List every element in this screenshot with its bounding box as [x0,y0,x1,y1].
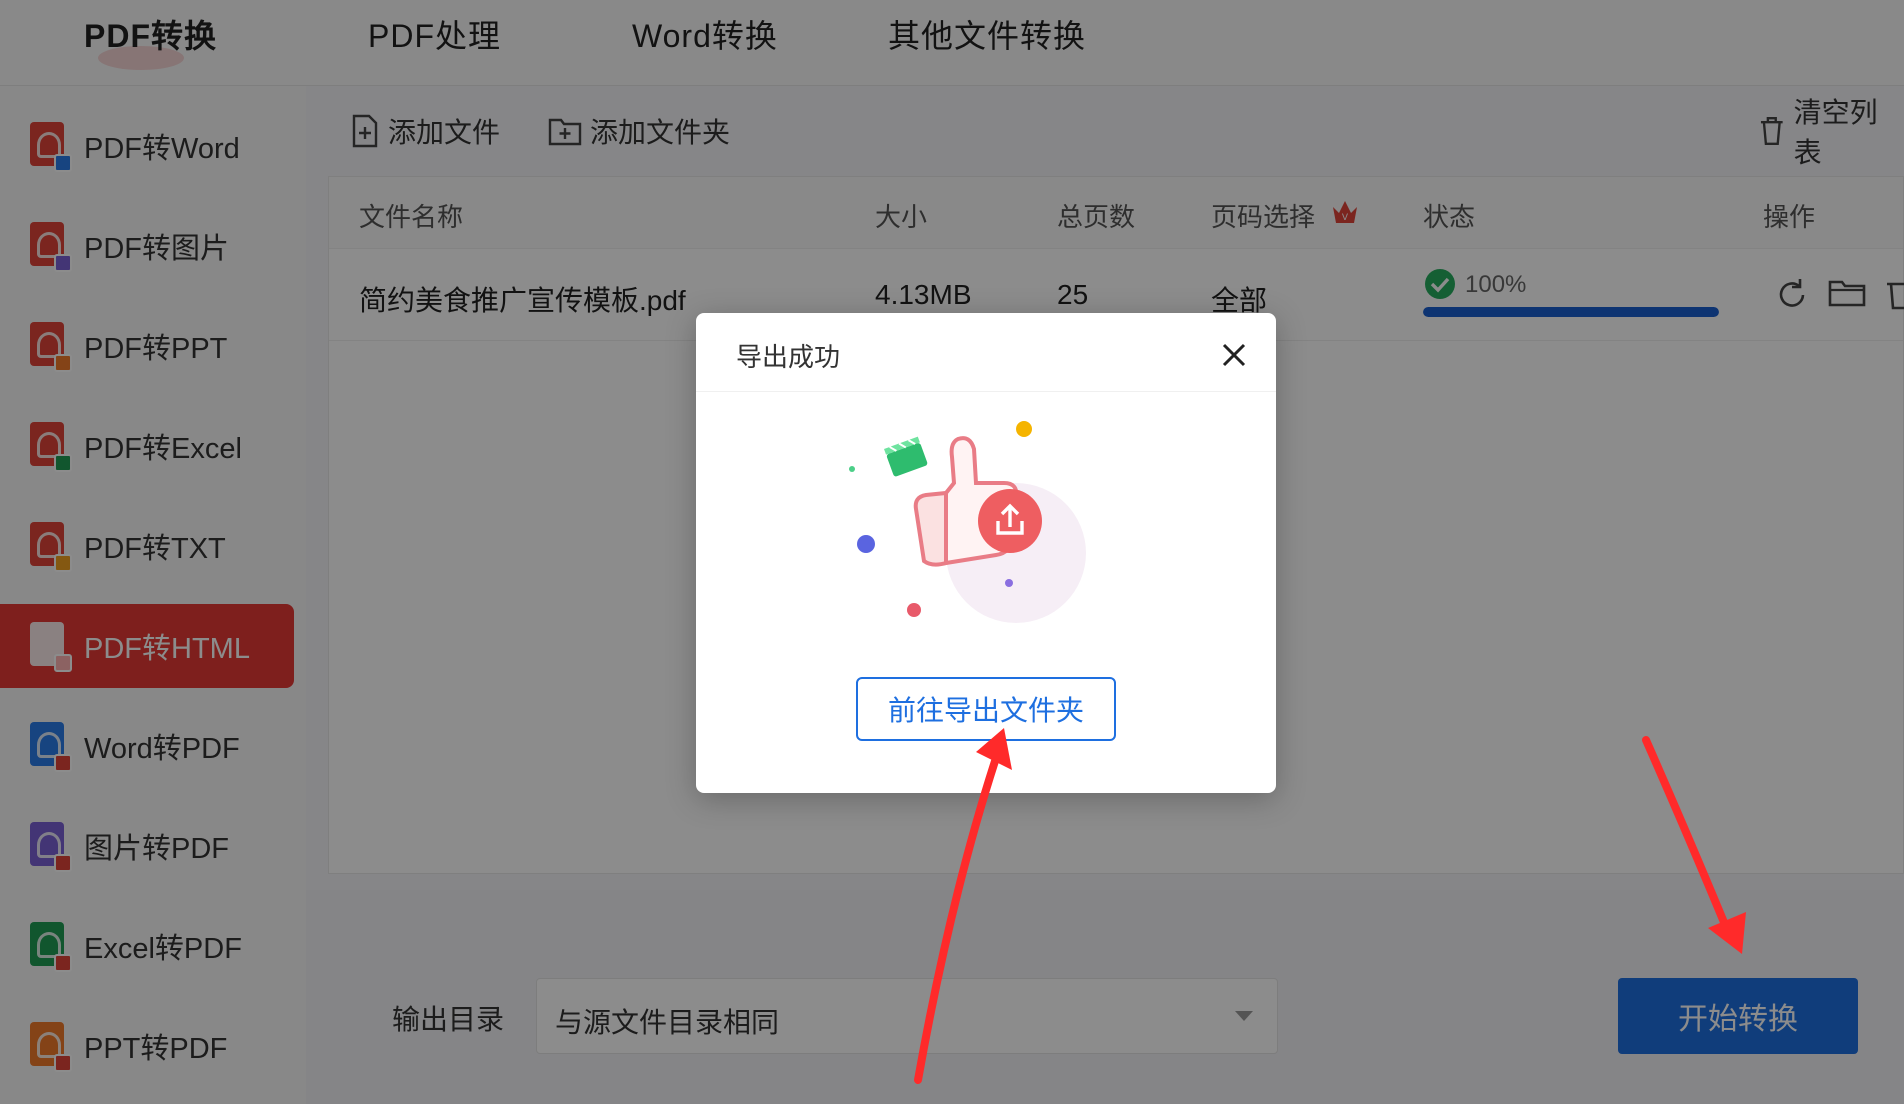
dialog-divider [696,391,1276,392]
export-success-dialog: 导出成功 前往导出文件夹 [696,313,1276,793]
thumbs-up-illustration [849,421,1086,623]
close-icon[interactable] [1214,335,1254,375]
open-export-folder-button[interactable]: 前往导出文件夹 [856,677,1116,741]
dialog-title: 导出成功 [736,342,841,372]
